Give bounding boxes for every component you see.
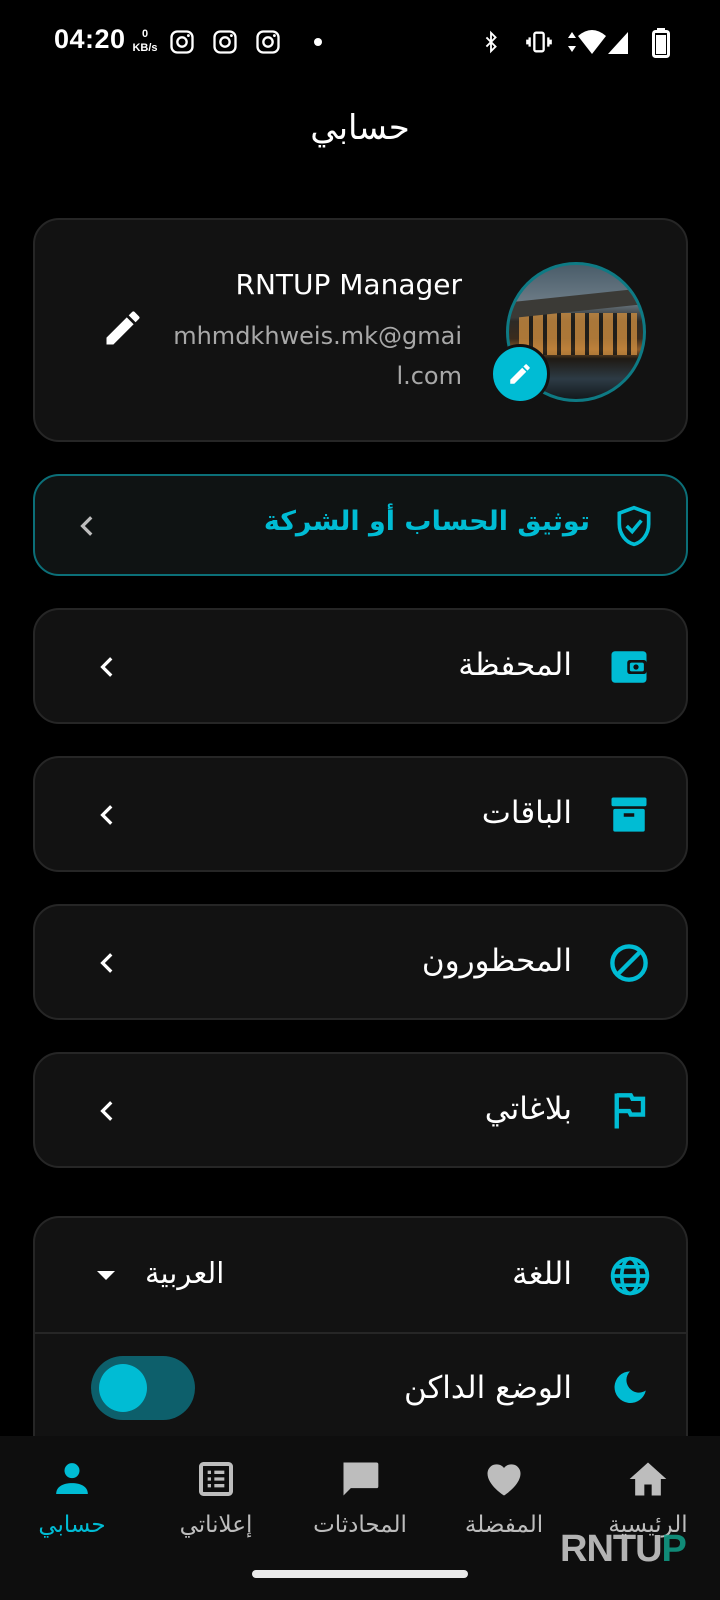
watermark-suffix: P bbox=[661, 1528, 687, 1570]
nav-label: المفضلة bbox=[464, 1512, 544, 1538]
battery-icon bbox=[652, 28, 670, 58]
bluetooth-icon bbox=[485, 30, 497, 54]
menu-item-label: المحظورون bbox=[421, 943, 572, 979]
profile-email: mhmdkhweis.mk@gmail.com bbox=[173, 322, 462, 390]
dark-mode-toggle[interactable] bbox=[91, 1356, 195, 1420]
pencil-icon bbox=[106, 311, 140, 345]
network-speed-unit: KB/s bbox=[132, 42, 158, 54]
menu-item-label: بلاغاتي bbox=[484, 1091, 572, 1127]
divider bbox=[35, 1332, 686, 1334]
chevron-left-icon bbox=[100, 657, 113, 677]
vibrate-icon bbox=[526, 31, 552, 53]
nav-item-chats[interactable]: المحادثات bbox=[288, 1454, 432, 1538]
wifi-signal-icon bbox=[568, 30, 628, 54]
instagram-icon bbox=[213, 30, 237, 54]
wallet-icon bbox=[611, 651, 647, 683]
network-speed: 0 KB/s bbox=[128, 27, 162, 55]
watermark-prefix: RNTU bbox=[560, 1528, 663, 1570]
instagram-icon bbox=[256, 30, 280, 54]
profile-card: RNTUP Manager mhmdkhweis.mk@gmail.com bbox=[33, 218, 688, 442]
language-label: اللغة bbox=[512, 1256, 572, 1292]
menu-item-wallet[interactable]: المحفظة bbox=[33, 608, 688, 724]
language-select[interactable]: العربية bbox=[145, 1256, 224, 1290]
chevron-left-icon bbox=[100, 953, 113, 973]
edit-profile-button[interactable] bbox=[101, 306, 145, 350]
moon-icon bbox=[614, 1371, 646, 1403]
profile-name: RNTUP Manager bbox=[235, 268, 462, 301]
globe-icon bbox=[610, 1256, 650, 1296]
nav-label: إعلاناتي bbox=[179, 1512, 253, 1538]
nav-label: حسابي bbox=[38, 1512, 106, 1538]
archive-box-icon bbox=[611, 797, 647, 832]
flag-icon bbox=[614, 1093, 646, 1129]
caret-down-icon[interactable] bbox=[97, 1271, 115, 1280]
brand-watermark: RNTUP bbox=[560, 1528, 687, 1571]
chevron-left-icon bbox=[100, 805, 113, 825]
nav-item-home[interactable]: الرئيسية bbox=[576, 1454, 720, 1538]
home-indicator[interactable] bbox=[252, 1570, 468, 1578]
menu-item-label: الباقات bbox=[481, 795, 572, 831]
pencil-icon bbox=[510, 364, 530, 384]
chat-icon bbox=[343, 1462, 379, 1496]
dark-mode-label: الوضع الداكن bbox=[403, 1370, 572, 1406]
avatar-edit-button[interactable] bbox=[490, 344, 550, 404]
status-bar: 04:20 0 KB/s bbox=[0, 0, 720, 84]
nav-label: المحادثات bbox=[313, 1512, 407, 1538]
status-time: 04:20 bbox=[54, 24, 126, 54]
toggle-knob bbox=[99, 1364, 147, 1412]
settings-card: اللغة العربية الوضع الداكن bbox=[33, 1216, 688, 1456]
list-article-icon bbox=[199, 1462, 233, 1496]
menu-item-reports[interactable]: بلاغاتي bbox=[33, 1052, 688, 1168]
menu-item-blocked[interactable]: المحظورون bbox=[33, 904, 688, 1020]
menu-item-packages[interactable]: الباقات bbox=[33, 756, 688, 872]
verify-label: توثيق الحساب أو الشركة bbox=[263, 506, 590, 537]
chevron-left-icon bbox=[80, 516, 93, 536]
block-icon bbox=[610, 944, 648, 982]
menu-item-label: المحفظة bbox=[458, 647, 572, 683]
verify-account-button[interactable]: توثيق الحساب أو الشركة bbox=[33, 474, 688, 576]
heart-icon bbox=[487, 1464, 521, 1496]
home-icon bbox=[629, 1462, 667, 1496]
person-icon bbox=[56, 1463, 88, 1494]
nav-item-account[interactable]: حسابي bbox=[0, 1454, 144, 1538]
page-title: حسابي bbox=[310, 108, 410, 148]
chevron-left-icon bbox=[100, 1101, 113, 1121]
notification-dot bbox=[314, 38, 322, 46]
network-speed-value: 0 bbox=[141, 28, 149, 40]
shield-check-icon bbox=[617, 505, 651, 547]
nav-item-favorites[interactable]: المفضلة bbox=[432, 1454, 576, 1538]
nav-item-my-ads[interactable]: إعلاناتي bbox=[144, 1454, 288, 1538]
instagram-icon bbox=[170, 30, 194, 54]
